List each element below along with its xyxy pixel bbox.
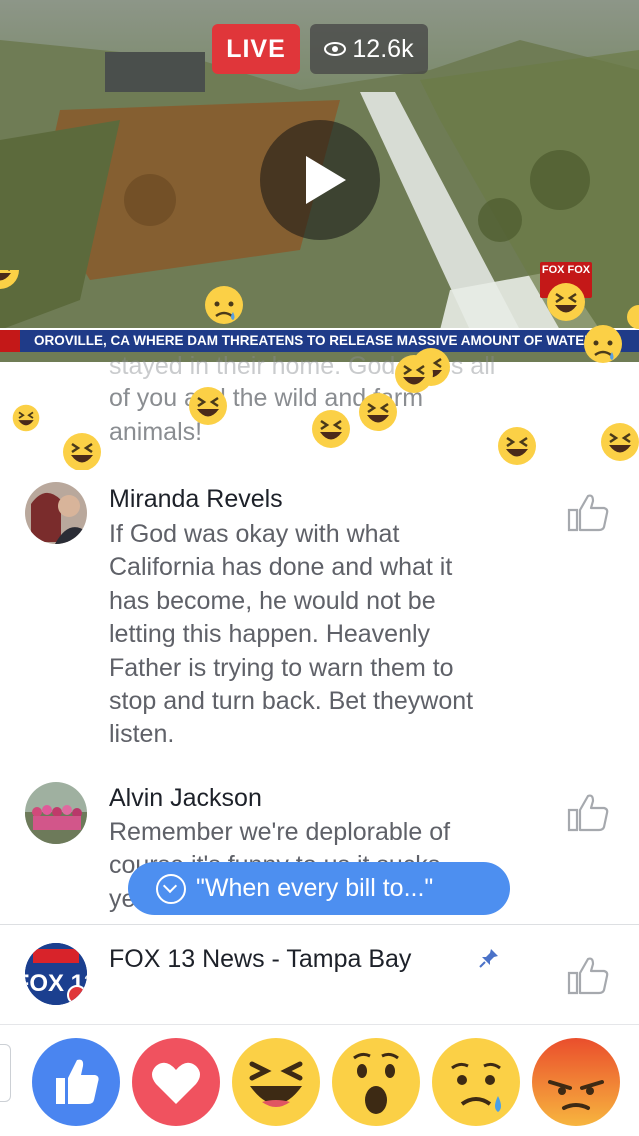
floating-reactions bbox=[0, 270, 639, 470]
avatar[interactable] bbox=[25, 482, 87, 544]
wow-reaction-button[interactable] bbox=[332, 1038, 420, 1126]
comment-text-line: If God was okay with what bbox=[109, 520, 400, 548]
comment-text-line: Remember we're deplorable of bbox=[109, 818, 451, 846]
eye-icon bbox=[324, 42, 347, 56]
live-badge: LIVE bbox=[212, 24, 300, 74]
like-comment-icon[interactable] bbox=[566, 792, 610, 832]
play-button[interactable] bbox=[260, 120, 380, 240]
angry-reaction-button[interactable] bbox=[532, 1038, 620, 1126]
viewer-count: 12.6k bbox=[352, 34, 414, 63]
commenter-name[interactable]: Alvin Jackson bbox=[109, 784, 262, 813]
like-comment-icon[interactable] bbox=[566, 492, 610, 532]
pinned-page-row: FOX 13 FOX 13 News - Tampa Bay bbox=[0, 924, 639, 1025]
page-avatar[interactable]: FOX 13 bbox=[25, 943, 87, 1005]
comment-text-line: Father is trying to warn them to bbox=[109, 654, 454, 682]
haha-reaction-icon bbox=[0, 270, 19, 289]
avatar[interactable] bbox=[25, 782, 87, 844]
sad-reaction-icon bbox=[205, 286, 243, 324]
comment-text-line: California has done and what it bbox=[109, 553, 453, 581]
chevron-down-icon bbox=[156, 873, 186, 904]
pin-icon bbox=[479, 949, 498, 968]
viewer-count-badge: 12.6k bbox=[310, 24, 428, 74]
comment-text-line: listen. bbox=[109, 720, 175, 748]
comment-text-line: letting this happen. Heavenly bbox=[109, 620, 431, 648]
love-reaction-button[interactable] bbox=[132, 1038, 220, 1126]
haha-reaction-button[interactable] bbox=[232, 1038, 320, 1126]
page-name[interactable]: FOX 13 News - Tampa Bay bbox=[109, 945, 411, 974]
commenter-name[interactable]: Miranda Revels bbox=[109, 485, 283, 514]
comment-text-line: stop and turn back. Bet theywont bbox=[109, 687, 474, 715]
jump-to-comment-label: "When every bill to..." bbox=[196, 874, 434, 902]
comment-input-edge[interactable] bbox=[0, 1044, 11, 1102]
jump-to-comment-button[interactable]: "When every bill to..." bbox=[128, 862, 510, 915]
like-comment-icon[interactable] bbox=[566, 955, 610, 995]
like-reaction-button[interactable] bbox=[32, 1038, 120, 1126]
comment-text-line: has become, he would not be bbox=[109, 587, 436, 615]
sad-reaction-button[interactable] bbox=[432, 1038, 520, 1126]
